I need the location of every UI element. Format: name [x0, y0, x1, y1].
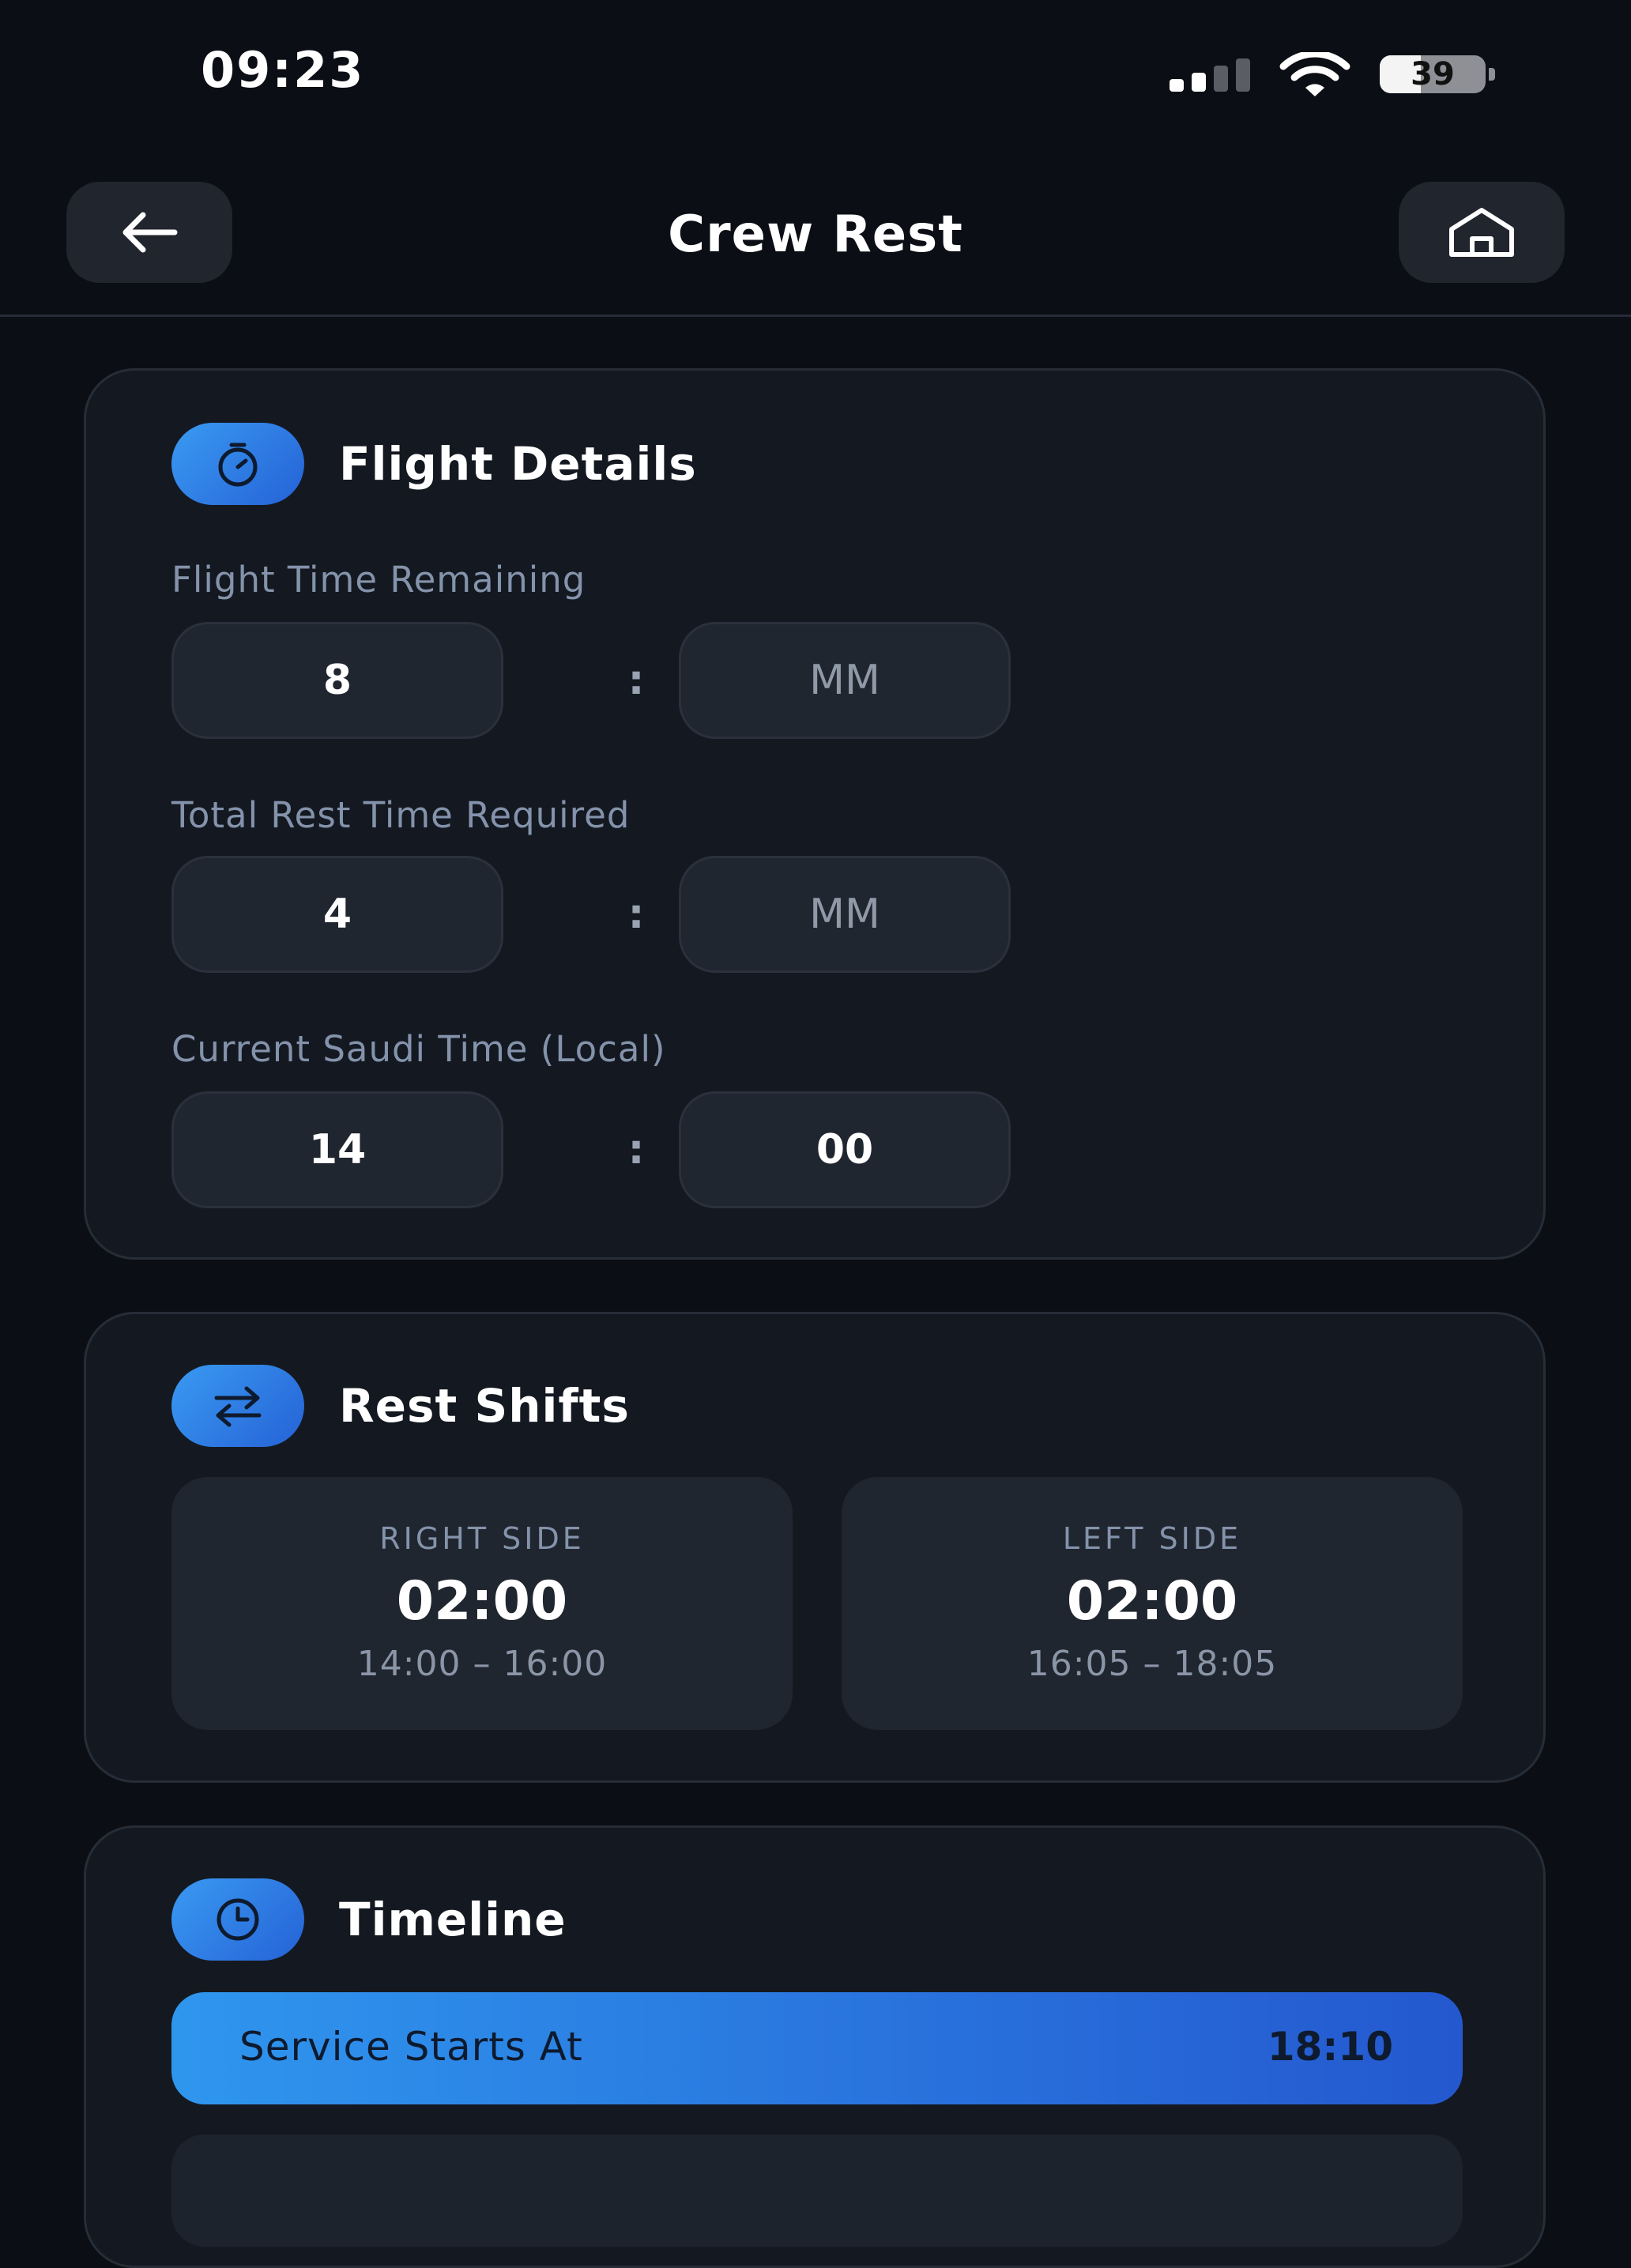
app-header: Crew Rest [0, 150, 1631, 317]
battery-percent: 39 [1411, 56, 1455, 92]
shift-side-label: RIGHT SIDE [379, 1521, 585, 1556]
battery-icon: 39 [1380, 55, 1498, 93]
shift-duration: 02:00 [1066, 1570, 1238, 1633]
flight-details-header: Flight Details [171, 423, 697, 505]
time-separator: : [627, 891, 645, 938]
rest-time-hours-input[interactable]: 4 [171, 856, 503, 973]
current-saudi-time-row: 14 : 00 [171, 1091, 1011, 1208]
saudi-time-hours-input[interactable]: 14 [171, 1091, 503, 1208]
page-title: Crew Rest [668, 205, 963, 264]
stopwatch-icon [171, 423, 304, 505]
total-rest-time-label: Total Rest Time Required [171, 794, 631, 836]
shift-side-label: LEFT SIDE [1062, 1521, 1242, 1556]
saudi-time-minutes-input[interactable]: 00 [679, 1091, 1011, 1208]
status-time: 09:23 [201, 41, 365, 99]
flight-details-title: Flight Details [339, 437, 697, 491]
timeline-item-service-start: Service Starts At 18:10 [171, 1992, 1463, 2104]
rest-time-minutes-input[interactable]: MM [679, 856, 1011, 973]
shift-time-range: 16:05 – 18:05 [1026, 1644, 1278, 1684]
time-separator: : [627, 1126, 645, 1174]
timeline-title: Timeline [339, 1893, 567, 1946]
rest-shifts-title: Rest Shifts [339, 1379, 630, 1433]
time-separator: : [627, 657, 645, 704]
swap-arrows-icon [171, 1365, 304, 1447]
rest-shifts-card: Rest Shifts RIGHT SIDE 02:00 14:00 – 16:… [84, 1312, 1546, 1783]
flight-details-card: Flight Details Flight Time Remaining 8 :… [84, 368, 1546, 1260]
timeline-item-label: Service Starts At [239, 2024, 583, 2070]
flight-time-remaining-label: Flight Time Remaining [171, 559, 586, 601]
left-side-shift-card: LEFT SIDE 02:00 16:05 – 18:05 [842, 1477, 1463, 1730]
timeline-card: Timeline Service Starts At 18:10 [84, 1825, 1546, 2268]
shift-time-range: 14:00 – 16:00 [356, 1644, 608, 1684]
timeline-item [171, 2134, 1463, 2247]
timeline-header: Timeline [171, 1878, 567, 1961]
home-button[interactable] [1399, 182, 1565, 283]
shift-duration: 02:00 [396, 1570, 568, 1633]
timeline-item-time: 18:10 [1267, 2024, 1393, 2070]
right-side-shift-card: RIGHT SIDE 02:00 14:00 – 16:00 [171, 1477, 793, 1730]
flight-time-remaining-row: 8 : MM [171, 622, 1011, 739]
flight-time-minutes-input[interactable]: MM [679, 622, 1011, 739]
wifi-icon [1279, 52, 1350, 96]
home-icon [1449, 208, 1514, 257]
clock-icon [171, 1878, 304, 1961]
cellular-signal-icon [1170, 57, 1252, 92]
current-saudi-time-label: Current Saudi Time (Local) [171, 1028, 666, 1070]
rest-shifts-header: Rest Shifts [171, 1365, 630, 1447]
flight-time-hours-input[interactable]: 8 [171, 622, 503, 739]
status-bar: 09:23 39 [0, 0, 1631, 150]
total-rest-time-row: 4 : MM [171, 856, 1011, 973]
